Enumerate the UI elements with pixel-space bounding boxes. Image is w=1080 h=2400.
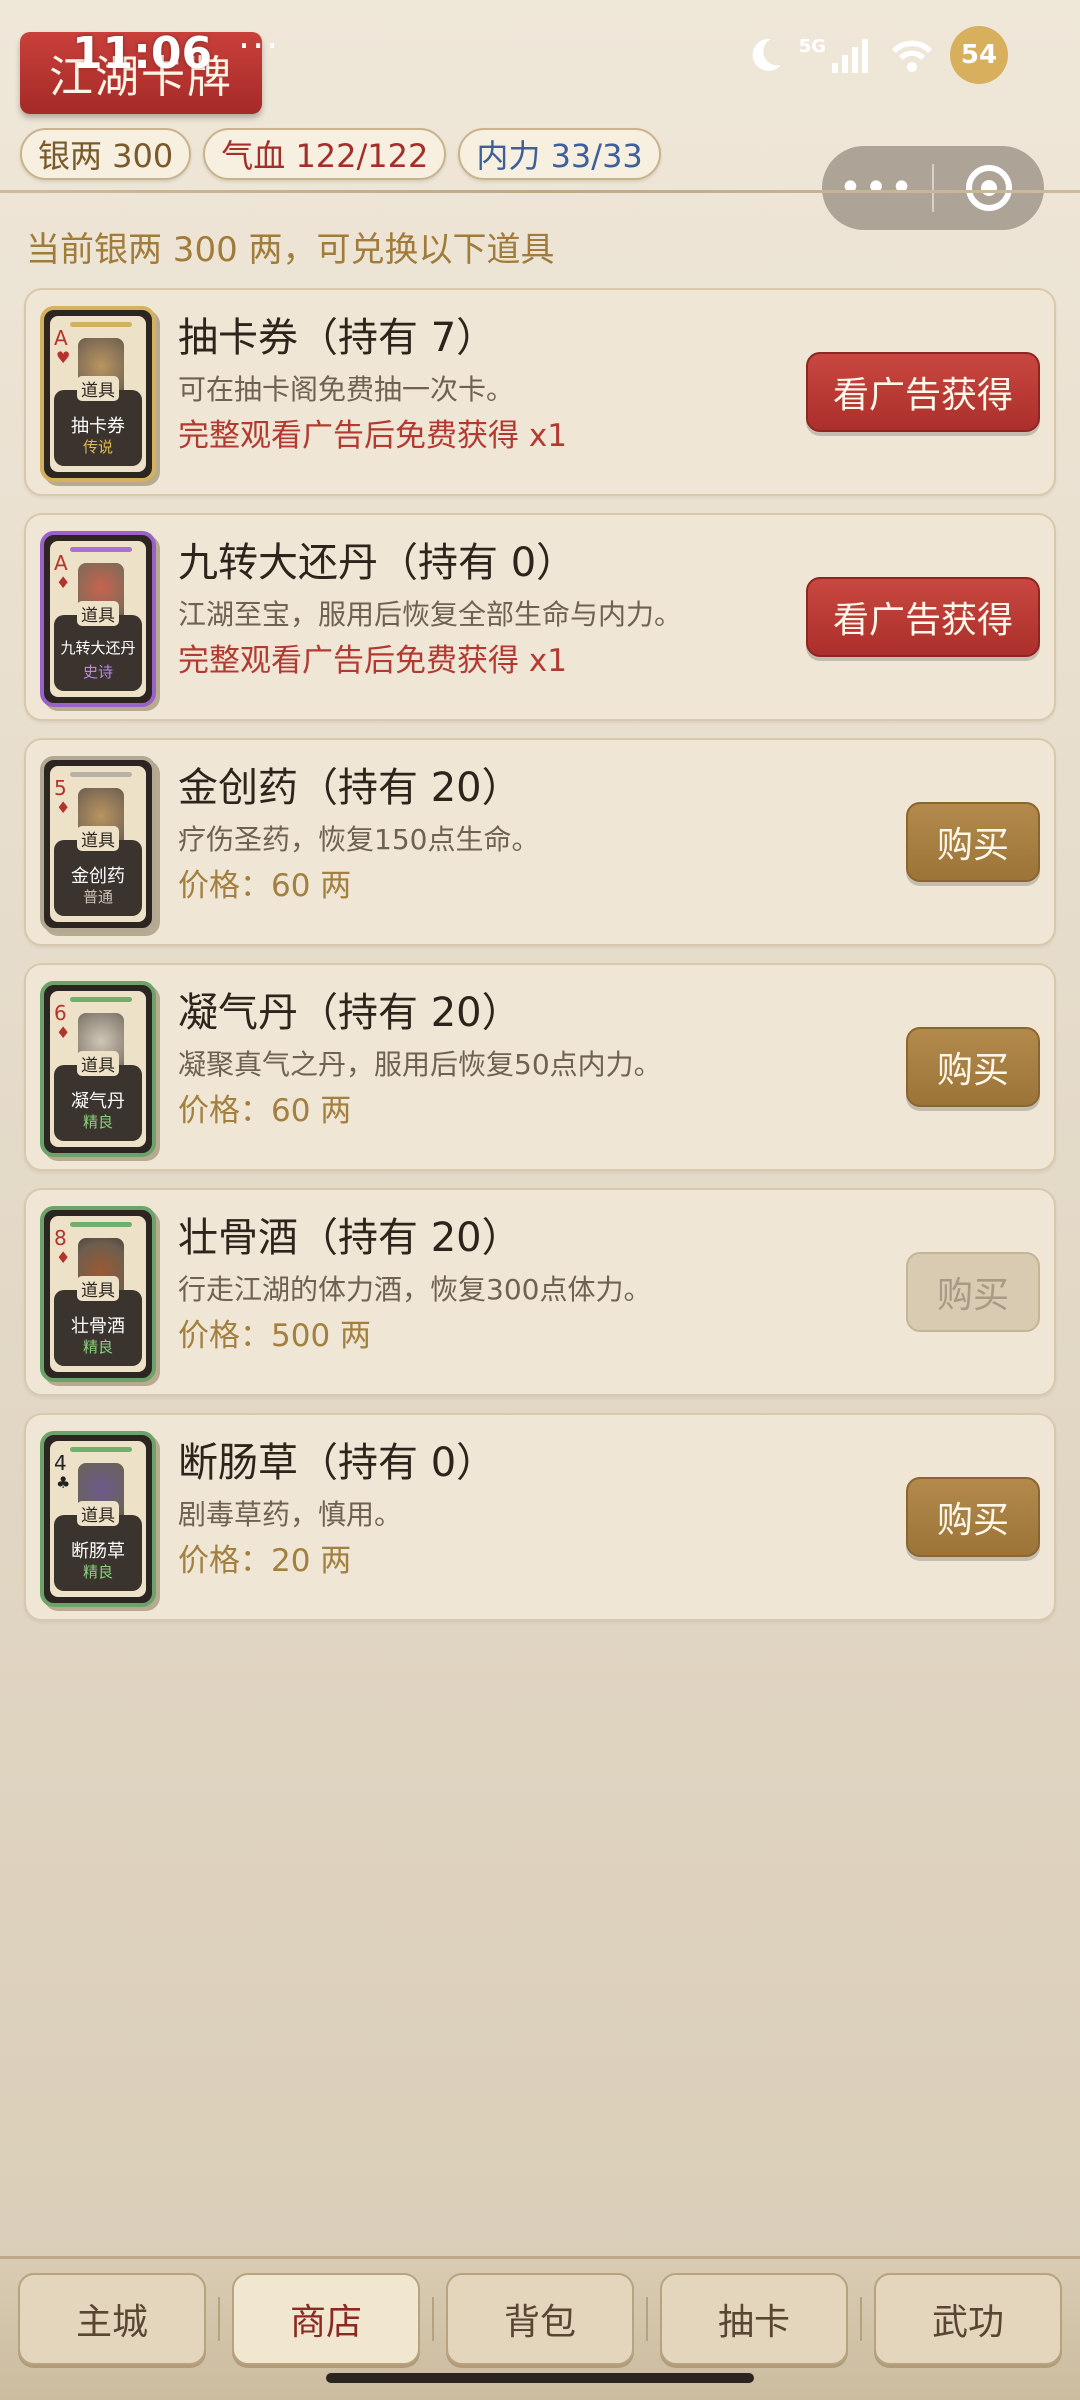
buy-button-disabled[interactable]: 购买 — [906, 1252, 1040, 1332]
nav-backpack[interactable]: 背包 — [446, 2273, 634, 2365]
shop-item: 4 ♣ 道具 断肠草 精良 断肠草（持有 0） 剧毒草药，慎用。 价格：20 两… — [24, 1413, 1056, 1621]
target-icon — [966, 165, 1012, 211]
buy-button[interactable]: 购买 — [906, 1027, 1040, 1107]
wifi-icon — [892, 40, 932, 72]
item-description: 凝聚真气之丹，服用后恢复50点内力。 — [178, 1048, 662, 1081]
item-title: 金创药（持有 20） — [178, 765, 522, 811]
nav-martial-arts[interactable]: 武功 — [874, 2273, 1062, 2365]
card-tag: 道具 — [77, 376, 119, 401]
card-rank: 4 — [54, 1451, 67, 1475]
item-card: 4 ♣ 道具 断肠草 精良 — [40, 1431, 156, 1607]
card-rarity: 精良 — [82, 1113, 113, 1131]
silver-stat: 银两 300 — [20, 128, 192, 180]
nav-shop[interactable]: 商店 — [232, 2273, 420, 2365]
nav-divider — [860, 2297, 862, 2341]
item-card: 5 ♦ 道具 金创药 普通 — [40, 756, 156, 932]
card-rarity: 精良 — [82, 1338, 113, 1356]
card-rank: A — [54, 326, 68, 350]
shop-item: A ♦ 道具 九转大还丹 史诗 九转大还丹（持有 0） 江湖至宝，服用后恢复全部… — [24, 513, 1056, 721]
card-tag: 道具 — [77, 1276, 119, 1301]
item-ad-reward: 完整观看广告后免费获得 x1 — [178, 418, 567, 454]
item-card: A ♦ 道具 九转大还丹 史诗 — [40, 531, 156, 707]
item-card: 8 ♦ 道具 壮骨酒 精良 — [40, 1206, 156, 1382]
item-description: 剧毒草药，慎用。 — [178, 1498, 403, 1531]
nav-divider — [432, 2297, 434, 2341]
card-name: 抽卡券 — [71, 416, 125, 437]
card-rarity: 精良 — [82, 1563, 113, 1581]
card-rank: A — [54, 551, 68, 575]
item-description: 疗伤圣药，恢复150点生命。 — [178, 823, 540, 856]
item-price: 价格：60 两 — [178, 1093, 352, 1129]
player-stats: 银两 300 气血 122/122 内力 33/33 — [20, 128, 661, 180]
nav-divider — [646, 2297, 648, 2341]
shop-item-list: A ♥ 道具 抽卡券 传说 抽卡券（持有 7） 可在抽卡阁免费抽一次卡。 完整观… — [24, 288, 1056, 1638]
item-title: 壮骨酒（持有 20） — [178, 1215, 522, 1261]
item-title: 断肠草（持有 0） — [178, 1440, 497, 1486]
card-rank: 5 — [54, 776, 67, 800]
nav-divider — [218, 2297, 220, 2341]
diamond-suit-icon: ♦ — [56, 798, 71, 817]
network-label: 5G — [798, 35, 826, 57]
card-tag: 道具 — [77, 601, 119, 626]
watch-ad-button[interactable]: 看广告获得 — [806, 352, 1040, 432]
card-name: 断肠草 — [71, 1541, 125, 1562]
shop-item: 8 ♦ 道具 壮骨酒 精良 壮骨酒（持有 20） 行走江湖的体力酒，恢复300点… — [24, 1188, 1056, 1396]
card-tag: 道具 — [77, 1051, 119, 1076]
battery-indicator: 54 — [950, 26, 1008, 84]
status-time: 11:06 — [72, 28, 213, 79]
card-rank: 8 — [54, 1226, 67, 1250]
shop-item: 6 ♦ 道具 凝气丹 精良 凝气丹（持有 20） 凝聚真气之丹，服用后恢复50点… — [24, 963, 1056, 1171]
item-description: 可在抽卡阁免费抽一次卡。 — [178, 373, 515, 406]
header-divider — [0, 190, 1080, 193]
card-name: 九转大还丹 — [60, 639, 136, 657]
item-title: 抽卡券（持有 7） — [178, 315, 497, 361]
watch-ad-button[interactable]: 看广告获得 — [806, 577, 1040, 657]
card-name: 壮骨酒 — [71, 1316, 125, 1337]
item-description: 行走江湖的体力酒，恢复300点体力。 — [178, 1273, 652, 1306]
hp-stat: 气血 122/122 — [203, 128, 447, 180]
card-rarity: 普通 — [82, 888, 113, 906]
diamond-suit-icon: ♦ — [56, 1248, 71, 1267]
item-price: 价格：60 两 — [178, 868, 352, 904]
item-title: 凝气丹（持有 20） — [178, 990, 522, 1036]
item-title: 九转大还丹（持有 0） — [178, 540, 577, 586]
card-tag: 道具 — [77, 826, 119, 851]
moon-icon — [752, 38, 781, 71]
card-rarity: 史诗 — [82, 663, 113, 681]
status-more-icon: ··· — [238, 24, 281, 68]
item-price: 价格：20 两 — [178, 1543, 352, 1579]
close-miniprogram-button[interactable] — [934, 165, 1044, 211]
card-tag: 道具 — [77, 1501, 119, 1526]
card-rarity: 传说 — [82, 438, 113, 456]
heart-suit-icon: ♥ — [56, 348, 71, 367]
mp-stat: 内力 33/33 — [458, 128, 661, 180]
nav-draw-card[interactable]: 抽卡 — [660, 2273, 848, 2365]
more-menu-button[interactable]: ••• — [822, 165, 932, 211]
status-icons: 5G 54 — [745, 26, 1008, 84]
item-card: 6 ♦ 道具 凝气丹 精良 — [40, 981, 156, 1157]
shop-item: A ♥ 道具 抽卡券 传说 抽卡券（持有 7） 可在抽卡阁免费抽一次卡。 完整观… — [24, 288, 1056, 496]
signal-icon — [832, 39, 868, 73]
card-rank: 6 — [54, 1001, 67, 1025]
item-price: 价格：500 两 — [178, 1318, 372, 1354]
item-description: 江湖至宝，服用后恢复全部生命与内力。 — [178, 598, 683, 631]
club-suit-icon: ♣ — [56, 1473, 71, 1492]
card-name: 金创药 — [71, 866, 125, 887]
buy-button[interactable]: 购买 — [906, 802, 1040, 882]
home-indicator[interactable] — [326, 2373, 754, 2383]
item-card: A ♥ 道具 抽卡券 传说 — [40, 306, 156, 482]
nav-home[interactable]: 主城 — [18, 2273, 206, 2365]
diamond-suit-icon: ♦ — [56, 573, 71, 592]
buy-button[interactable]: 购买 — [906, 1477, 1040, 1557]
diamond-suit-icon: ♦ — [56, 1023, 71, 1042]
shop-summary: 当前银两 300 两，可兑换以下道具 — [26, 230, 555, 270]
card-name: 凝气丹 — [71, 1091, 125, 1112]
shop-item: 5 ♦ 道具 金创药 普通 金创药（持有 20） 疗伤圣药，恢复150点生命。 … — [24, 738, 1056, 946]
miniprogram-capsule: ••• — [822, 146, 1044, 230]
item-ad-reward: 完整观看广告后免费获得 x1 — [178, 643, 567, 679]
